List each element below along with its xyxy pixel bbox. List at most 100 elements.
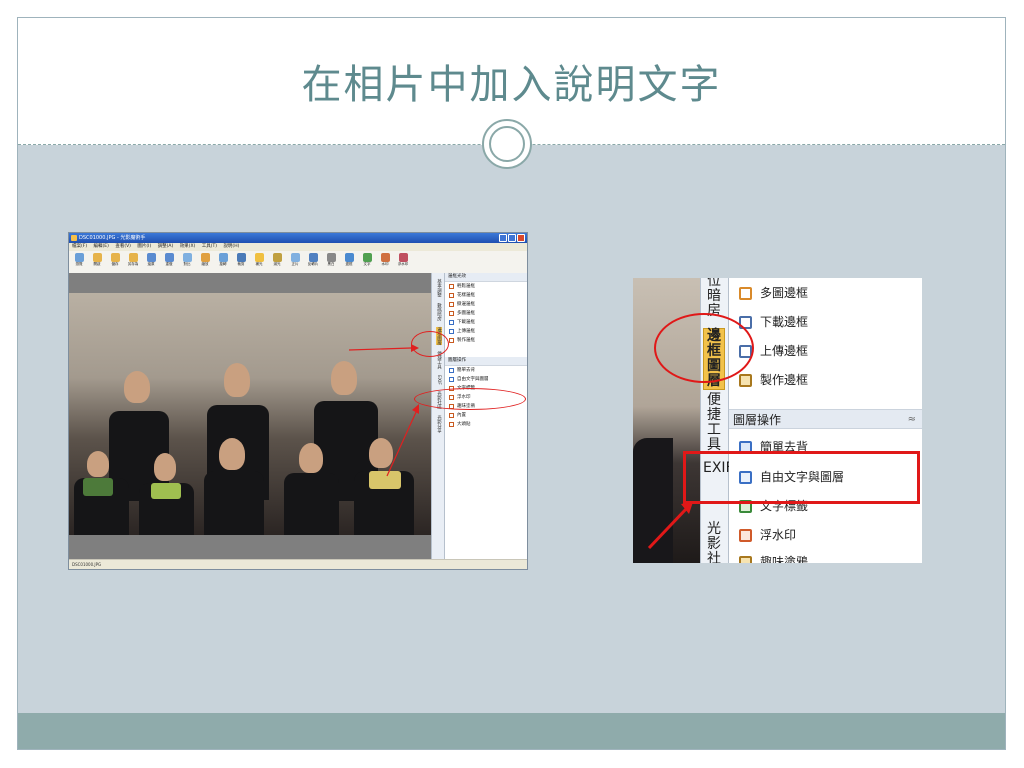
- window-controls: [499, 234, 525, 242]
- toolbar-fill-light[interactable]: 補光: [251, 251, 267, 267]
- side-panel: 邊框光效 輕鬆邊框 花樣邊框 撕邊邊框 多圖邊框 下載邊框 上傳邊框 製作邊框 …: [444, 273, 527, 561]
- side-tab-strip: 基本調整 數碼暗房 邊框圖層 便捷工具 EXIF 光影社區 光影分享: [431, 273, 445, 561]
- toolbar-browse[interactable]: 瀏覽: [71, 251, 87, 267]
- frame-item-make[interactable]: 製作邊框: [739, 370, 808, 390]
- menu-image[interactable]: 圖片(I): [137, 244, 151, 249]
- toolbar-reduce-light[interactable]: 減光: [269, 251, 285, 267]
- tab-convenience-tools[interactable]: 便捷工具: [703, 393, 725, 453]
- menu-edit[interactable]: 編輯(E): [94, 244, 109, 249]
- toolbar-resize[interactable]: 縮放: [197, 251, 213, 267]
- toolbar-save[interactable]: 儲存: [107, 251, 123, 267]
- toolbar-watermark[interactable]: 水印: [377, 251, 393, 267]
- undo-icon: [146, 253, 156, 262]
- frame-item-easy[interactable]: 輕鬆邊框: [445, 282, 527, 291]
- close-icon[interactable]: [517, 234, 525, 242]
- person-head: [219, 438, 245, 470]
- cutout-icon: [449, 368, 454, 373]
- slide-title: 在相片中加入說明文字: [301, 62, 722, 108]
- arrow-line: [386, 409, 418, 477]
- frame-item-multi[interactable]: 多圖邊框: [445, 309, 527, 318]
- decorative-ring-icon: [482, 119, 532, 169]
- toolbar-bw[interactable]: 黑白: [323, 251, 339, 267]
- toolbar-undo[interactable]: 還原: [143, 251, 159, 267]
- frame-item-upload[interactable]: 上傳邊框: [445, 327, 527, 336]
- layer-item-doodle[interactable]: 趣味塗鴉: [739, 552, 808, 563]
- minimize-icon[interactable]: [499, 234, 507, 242]
- frame-icon: [449, 311, 454, 316]
- scarf: [83, 478, 113, 496]
- collapse-chevron-icon[interactable]: ≈: [908, 410, 916, 430]
- menu-adjust[interactable]: 調整(A): [158, 244, 174, 249]
- layer-section-header[interactable]: 圖層操作 ≈: [729, 409, 922, 429]
- frame-icon: [449, 293, 454, 298]
- builtin-icon: [449, 413, 454, 418]
- fill-light-icon: [254, 253, 264, 262]
- tab-basic-adjust[interactable]: 基本調整: [436, 279, 442, 297]
- positive-icon: [290, 253, 300, 262]
- open-icon: [92, 253, 102, 262]
- menu-effects[interactable]: 效果(X): [180, 244, 196, 249]
- text-icon: [362, 253, 372, 262]
- menu-help[interactable]: 說明(H): [223, 244, 239, 249]
- annotation-oval-active-tab: [654, 313, 754, 383]
- toolbar-rotate[interactable]: 旋轉: [215, 251, 231, 267]
- menu-file[interactable]: 檔案(F): [72, 244, 87, 249]
- redo-icon: [164, 253, 174, 262]
- footer-band: [18, 713, 1005, 749]
- frame-item-torn[interactable]: 撕邊邊框: [445, 300, 527, 309]
- layer-item-free-text[interactable]: 自由文字與圖層: [445, 375, 527, 384]
- watermark-icon: [380, 253, 390, 262]
- person-head: [124, 371, 150, 403]
- text-layer-icon: [449, 377, 454, 382]
- toolbar-compare[interactable]: 對比: [179, 251, 195, 267]
- frame-item-pattern[interactable]: 花樣邊框: [445, 291, 527, 300]
- toolbar-text[interactable]: 文字: [359, 251, 375, 267]
- app-window-screenshot: DSC01000.JPG - 光影魔術手 檔案(F) 編輯(E) 查看(V) 圖…: [68, 232, 528, 570]
- rotate-icon: [218, 253, 228, 262]
- layer-section-header[interactable]: 圖層操作: [445, 357, 527, 366]
- save-icon: [110, 253, 120, 262]
- menu-view[interactable]: 查看(V): [115, 244, 131, 249]
- reversal-icon: [308, 253, 318, 262]
- toolbar-open[interactable]: 開啟: [89, 251, 105, 267]
- toolbar-reversal[interactable]: 反轉片: [305, 251, 321, 267]
- frame-item-multi[interactable]: 多圖邊框: [739, 283, 808, 303]
- status-bar: DSC01000.JPG: [69, 559, 527, 569]
- toolbar-frame[interactable]: 邊框: [341, 251, 357, 267]
- bw-icon: [326, 253, 336, 262]
- scarf: [151, 483, 181, 499]
- person-head: [299, 443, 323, 473]
- toolbar-redo[interactable]: 重做: [161, 251, 177, 267]
- toolbar-float-watermark[interactable]: 浮水印: [395, 251, 411, 267]
- maximize-icon[interactable]: [508, 234, 516, 242]
- reduce-light-icon: [272, 253, 282, 262]
- annotation-ellipse-item: [414, 388, 526, 410]
- layer-item-photo-sticker[interactable]: 大頭貼: [445, 420, 527, 429]
- app-icon: [71, 235, 77, 241]
- resize-icon: [200, 253, 210, 262]
- frame-icon: [449, 302, 454, 307]
- frame-item-download[interactable]: 下載邊框: [445, 318, 527, 327]
- photo-sticker-icon: [449, 422, 454, 427]
- window-titlebar: DSC01000.JPG - 光影魔術手: [69, 233, 527, 243]
- upload-frame-icon: [449, 329, 454, 334]
- frame-item-download[interactable]: 下載邊框: [739, 312, 808, 332]
- layer-item-cutout[interactable]: 簡單去背: [445, 366, 527, 375]
- frame-section-header[interactable]: 邊框光效: [445, 273, 527, 282]
- tab-exif[interactable]: EXIF: [436, 375, 441, 385]
- toolbar-positive[interactable]: 正片: [287, 251, 303, 267]
- person-body: [204, 471, 264, 535]
- layer-item-watermark[interactable]: 浮水印: [739, 525, 796, 545]
- download-frame-icon: [449, 320, 454, 325]
- tab-share[interactable]: 光影分享: [436, 415, 442, 433]
- tab-community[interactable]: 光影社區: [703, 522, 725, 564]
- arrow-line: [647, 506, 689, 550]
- menu-tools[interactable]: 工具(T): [202, 244, 217, 249]
- frame-item-make[interactable]: 製作邊框: [445, 336, 527, 345]
- toolbar-save-as[interactable]: 另存為: [125, 251, 141, 267]
- tab-digital-darkroom[interactable]: 數碼暗房: [436, 303, 442, 321]
- layer-item-builtin[interactable]: 內置: [445, 411, 527, 420]
- toolbar-crop[interactable]: 裁剪: [233, 251, 249, 267]
- frame-icon: [449, 284, 454, 289]
